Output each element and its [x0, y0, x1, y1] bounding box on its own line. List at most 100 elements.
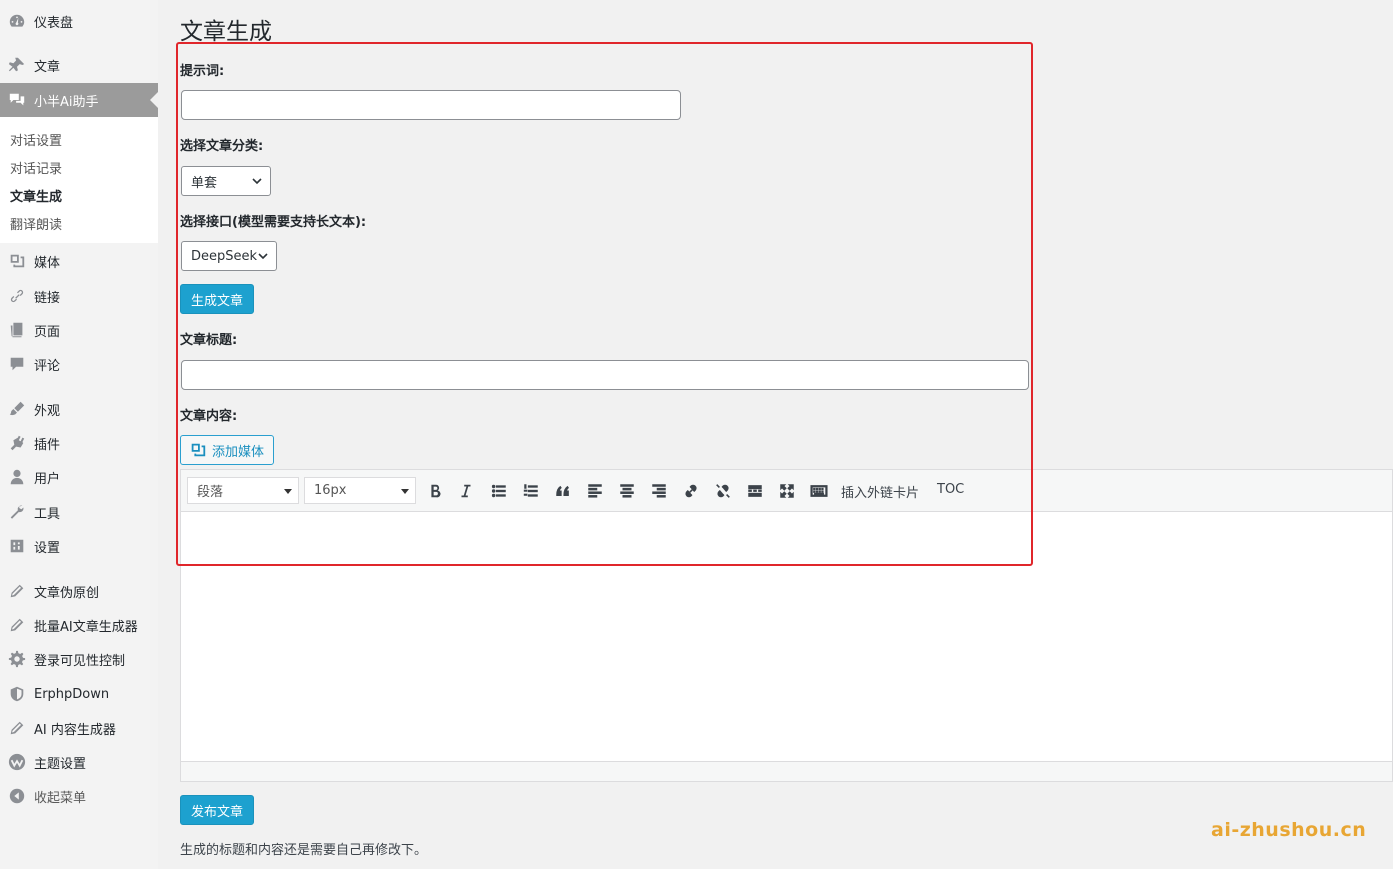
align-right-icon	[652, 484, 666, 498]
menu-erphpdown[interactable]: ErphpDown	[0, 677, 158, 711]
italic-icon	[461, 484, 471, 498]
menu-tools[interactable]: 工具	[0, 495, 158, 529]
api-label: 选择接口(模型需要支持长文本):	[180, 215, 367, 230]
theme-icon	[0, 753, 34, 771]
settings-icon	[0, 537, 34, 555]
menu-dashboard-label: 仪表盘	[34, 15, 74, 31]
prompt-input[interactable]	[181, 90, 681, 120]
menu-posts[interactable]: 文章	[0, 48, 158, 82]
italic-button[interactable]	[456, 481, 476, 501]
collapse-icon	[0, 787, 34, 805]
numbered-list-icon	[523, 484, 538, 497]
dropdown-arrow-icon	[401, 489, 409, 494]
plugin-icon	[0, 434, 34, 452]
menu-media-label: 媒体	[34, 255, 61, 271]
unlink-icon	[716, 484, 730, 498]
menu-appearance[interactable]: 外观	[0, 392, 158, 426]
toc-button[interactable]: TOC	[937, 482, 964, 497]
menu-appearance-label: 外观	[34, 403, 61, 419]
comments-icon	[0, 91, 34, 109]
toolbar-toggle-button[interactable]	[809, 481, 829, 501]
menu-plugins[interactable]: 插件	[0, 426, 158, 460]
insert-link-card-button[interactable]: 插入外链卡片	[841, 482, 919, 501]
keyboard-icon	[810, 485, 828, 497]
menu-dashboard[interactable]: 仪表盘	[0, 4, 158, 38]
fullscreen-button[interactable]	[777, 481, 797, 501]
pencil-icon	[0, 582, 34, 600]
submenu-chat-records[interactable]: 对话记录	[10, 158, 62, 177]
link-icon	[0, 287, 34, 305]
content-label: 文章内容:	[180, 409, 238, 424]
api-select[interactable]: DeepSeek	[181, 241, 277, 271]
media-icon	[0, 252, 34, 270]
category-select[interactable]: 单套	[181, 166, 271, 196]
prompt-label: 提示词:	[180, 64, 225, 79]
generate-article-button[interactable]: 生成文章	[180, 284, 254, 314]
footer-note: 生成的标题和内容还是需要自己再修改下。	[180, 843, 428, 858]
bold-button[interactable]	[425, 481, 445, 501]
fullscreen-icon	[780, 484, 794, 498]
pencil-icon	[0, 719, 34, 737]
menu-article-rewrite[interactable]: 文章伪原创	[0, 574, 158, 608]
submenu-chat-settings[interactable]: 对话设置	[10, 130, 62, 149]
publish-article-button[interactable]: 发布文章	[180, 795, 254, 825]
menu-pages-label: 页面	[34, 324, 61, 340]
submenu: 对话设置 对话记录 文章生成 翻译朗读	[0, 117, 158, 243]
menu-users[interactable]: 用户	[0, 460, 158, 494]
menu-collapse-label: 收起菜单	[34, 790, 87, 806]
wrench-icon	[0, 503, 34, 521]
pencil-icon	[0, 616, 34, 634]
menu-batch-ai-generator[interactable]: 批量AI文章生成器	[0, 608, 158, 642]
menu-ai-content-generator[interactable]: AI 内容生成器	[0, 711, 158, 745]
align-right-button[interactable]	[649, 481, 669, 501]
blockquote-button[interactable]	[553, 481, 573, 501]
bullet-list-button[interactable]	[489, 481, 509, 501]
menu-xiaoban-ai[interactable]: 小半Ai助手	[0, 83, 158, 117]
submenu-article-generate[interactable]: 文章生成	[10, 186, 62, 205]
category-label: 选择文章分类:	[180, 139, 264, 154]
menu-comments-label: 评论	[34, 358, 61, 374]
menu-settings[interactable]: 设置	[0, 529, 158, 563]
menu-theme-settings[interactable]: 主题设置	[0, 745, 158, 779]
menu-ai-content-generator-label: AI 内容生成器	[34, 722, 116, 738]
quote-icon	[556, 485, 569, 496]
editor-content-area[interactable]	[181, 513, 1392, 761]
add-media-button[interactable]: 添加媒体	[180, 435, 274, 465]
menu-links[interactable]: 链接	[0, 279, 158, 313]
comment-icon	[0, 355, 34, 373]
read-more-icon	[748, 485, 762, 497]
align-left-button[interactable]	[585, 481, 605, 501]
add-media-label: 添加媒体	[212, 444, 265, 460]
menu-media[interactable]: 媒体	[0, 244, 158, 278]
align-left-icon	[588, 484, 602, 498]
dropdown-arrow-icon	[284, 489, 292, 494]
bullet-list-icon	[491, 484, 506, 498]
menu-login-visibility[interactable]: 登录可见性控制	[0, 642, 158, 676]
align-center-button[interactable]	[617, 481, 637, 501]
admin-sidebar: 仪表盘 文章 小半Ai助手 对话设置 对话记录 文章生成 翻译朗读 媒体 链接 …	[0, 0, 158, 869]
category-select-value: 单套	[191, 175, 218, 191]
menu-pages[interactable]: 页面	[0, 313, 158, 347]
gear-icon	[0, 650, 34, 668]
dashboard-icon	[0, 12, 34, 30]
user-icon	[0, 468, 34, 486]
menu-comments[interactable]: 评论	[0, 347, 158, 381]
font-size-select-value: 16px	[314, 483, 347, 498]
insert-link-button[interactable]	[681, 481, 701, 501]
menu-article-rewrite-label: 文章伪原创	[34, 585, 100, 601]
editor-toolbar: 段落 16px 插入外链卡片 TOC	[181, 470, 1392, 512]
menu-collapse[interactable]: 收起菜单	[0, 779, 158, 813]
menu-posts-label: 文章	[34, 59, 61, 75]
link-icon	[685, 484, 697, 498]
numbered-list-button[interactable]	[521, 481, 541, 501]
read-more-button[interactable]	[745, 481, 765, 501]
unlink-button[interactable]	[713, 481, 733, 501]
font-size-select[interactable]: 16px	[304, 477, 416, 504]
menu-links-label: 链接	[34, 290, 61, 306]
format-select[interactable]: 段落	[187, 477, 299, 504]
article-title-input[interactable]	[181, 360, 1029, 390]
article-title-label: 文章标题:	[180, 333, 238, 348]
submenu-translate-read[interactable]: 翻译朗读	[10, 214, 62, 233]
menu-batch-ai-generator-label: 批量AI文章生成器	[34, 619, 138, 635]
watermark: ai-zhushou.cn	[1211, 819, 1367, 841]
